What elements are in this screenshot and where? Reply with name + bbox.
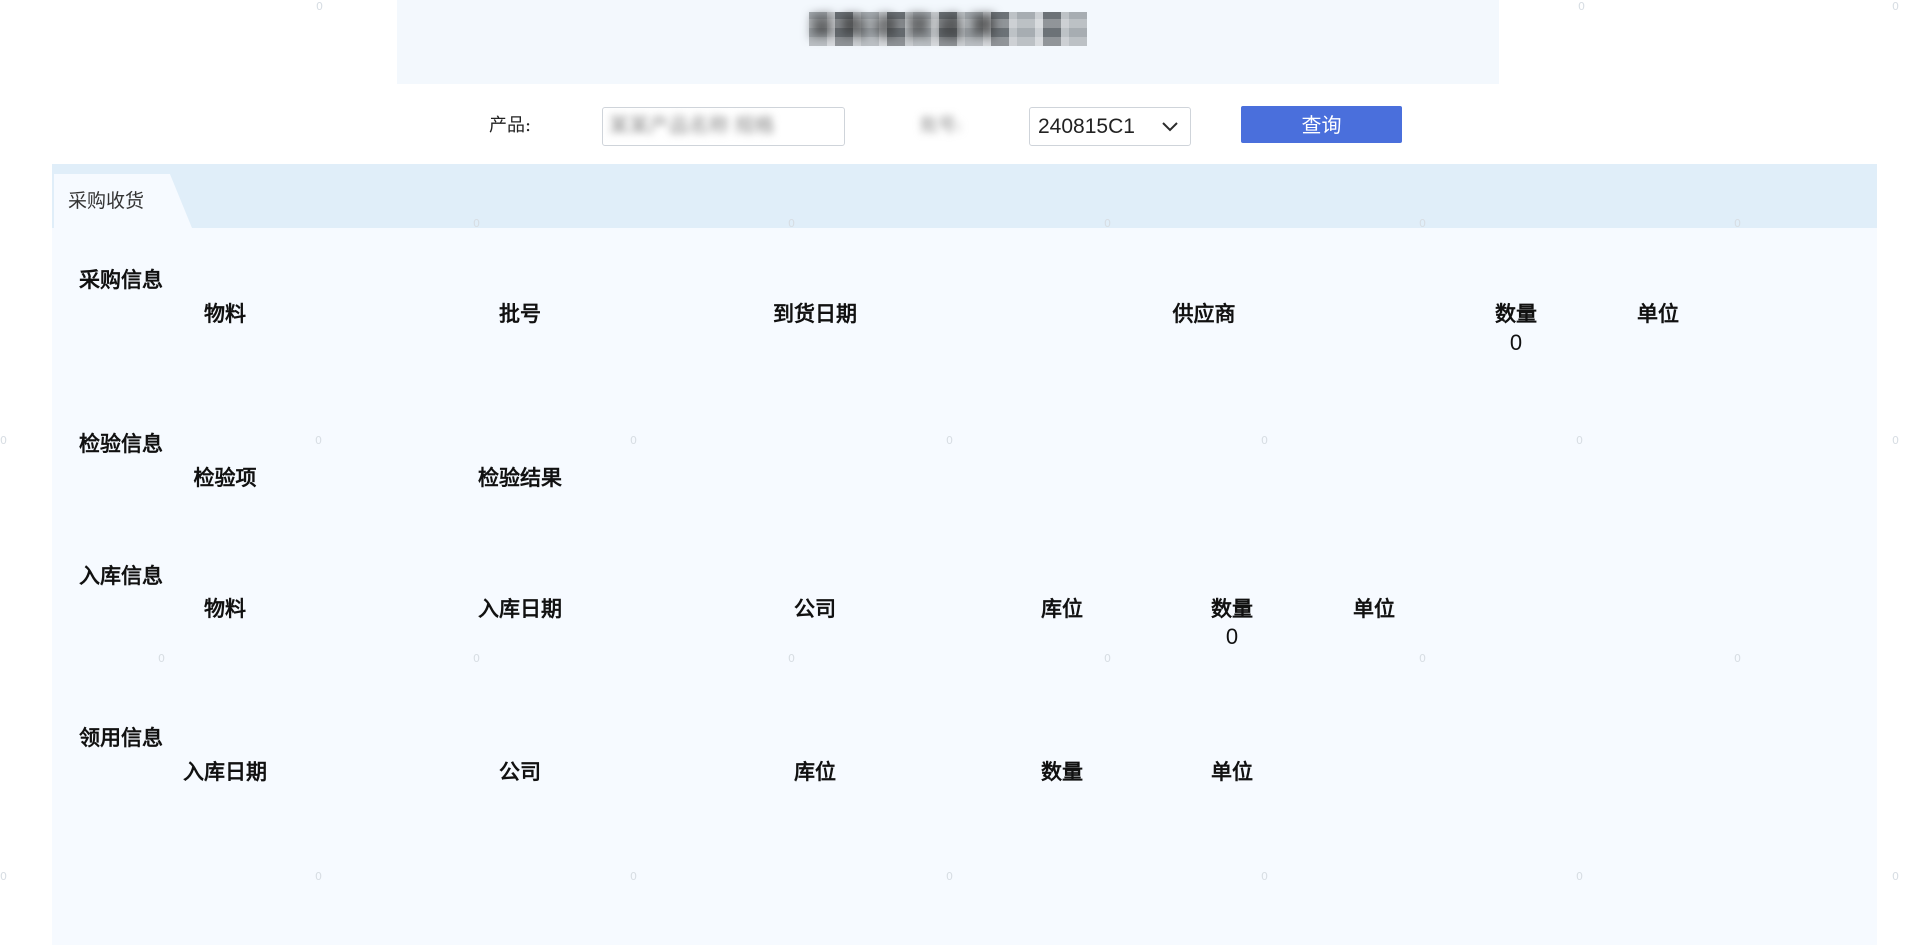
section-title-purchase: 采购信息 — [79, 268, 163, 292]
watermark-mark: 0 — [1892, 0, 1899, 13]
product-label: 产品: — [489, 115, 532, 136]
tab-purchase-receipt[interactable]: 采购收货 — [54, 174, 192, 228]
purchase-quantity-value: 0 — [1509, 330, 1523, 355]
watermark-mark: 0 — [1892, 434, 1899, 447]
watermark-mark: 0 — [1419, 652, 1426, 665]
column-header: 单位 — [1353, 597, 1395, 621]
watermark-mark: 0 — [1734, 652, 1741, 665]
watermark-mark: 0 — [788, 652, 795, 665]
column-header: 批号 — [499, 302, 541, 326]
warehousing-quantity-value: 0 — [1225, 624, 1239, 649]
watermark-mark: 0 — [0, 870, 7, 883]
watermark-mark: 0 — [1892, 870, 1899, 883]
batch-select[interactable]: 240815C1 — [1029, 107, 1191, 146]
watermark-mark: 0 — [1578, 0, 1585, 13]
product-input[interactable]: 某某产品名称 规格 — [602, 107, 845, 146]
watermark-mark: 0 — [1104, 652, 1111, 665]
watermark-mark: 0 — [1261, 870, 1268, 883]
column-header: 物料 — [204, 597, 246, 621]
watermark-mark: 0 — [630, 434, 637, 447]
watermark-mark: 0 — [158, 652, 165, 665]
chevron-down-icon — [1162, 122, 1178, 132]
column-header: 库位 — [1041, 597, 1083, 621]
column-header: 公司 — [499, 760, 541, 784]
column-header: 检验结果 — [478, 466, 562, 490]
column-header: 数量 — [1211, 597, 1253, 621]
watermark-mark: 0 — [946, 870, 953, 883]
column-header: 库位 — [794, 760, 836, 784]
product-value: 某某产品名称 规格 — [609, 115, 775, 137]
batch-select-value: 240815C1 — [1038, 115, 1135, 138]
page-title: 采购收货追溯 — [809, 13, 1002, 43]
tab-strip: 采购收货 — [52, 164, 1877, 228]
watermark-mark: 0 — [473, 652, 480, 665]
watermark-mark: 0 — [1576, 870, 1583, 883]
column-header: 检验项 — [193, 466, 257, 490]
watermark-mark: 0 — [630, 870, 637, 883]
column-header: 单位 — [1211, 760, 1253, 784]
column-header: 单位 — [1637, 302, 1679, 326]
section-title-requisition: 领用信息 — [79, 726, 163, 750]
watermark-mark: 0 — [1576, 434, 1583, 447]
watermark-mark: 0 — [0, 434, 7, 447]
watermark-mark: 0 — [946, 434, 953, 447]
watermark-mark: 0 — [316, 0, 323, 13]
column-header: 数量 — [1495, 302, 1537, 326]
watermark-mark: 0 — [315, 434, 322, 447]
watermark-mark: 0 — [315, 870, 322, 883]
column-header: 公司 — [794, 597, 836, 621]
column-header: 数量 — [1041, 760, 1083, 784]
column-header: 到货日期 — [773, 302, 857, 326]
column-header: 供应商 — [1172, 302, 1236, 326]
column-header: 入库日期 — [478, 597, 562, 621]
filter-bar: 产品: 某某产品名称 规格 批号: 240815C1 查询 — [0, 106, 1920, 146]
batch-label: 批号: — [920, 115, 963, 136]
main-panel: 采购收货 0 0 0 0 0 0 0 0 0 0 0 0 0 0 0 0 0 0… — [52, 164, 1877, 945]
column-header: 物料 — [204, 302, 246, 326]
section-title-warehousing: 入库信息 — [79, 564, 163, 588]
query-button[interactable]: 查询 — [1241, 106, 1402, 143]
column-header: 入库日期 — [183, 760, 267, 784]
watermark-mark: 0 — [1261, 434, 1268, 447]
section-title-inspection: 检验信息 — [79, 432, 163, 456]
